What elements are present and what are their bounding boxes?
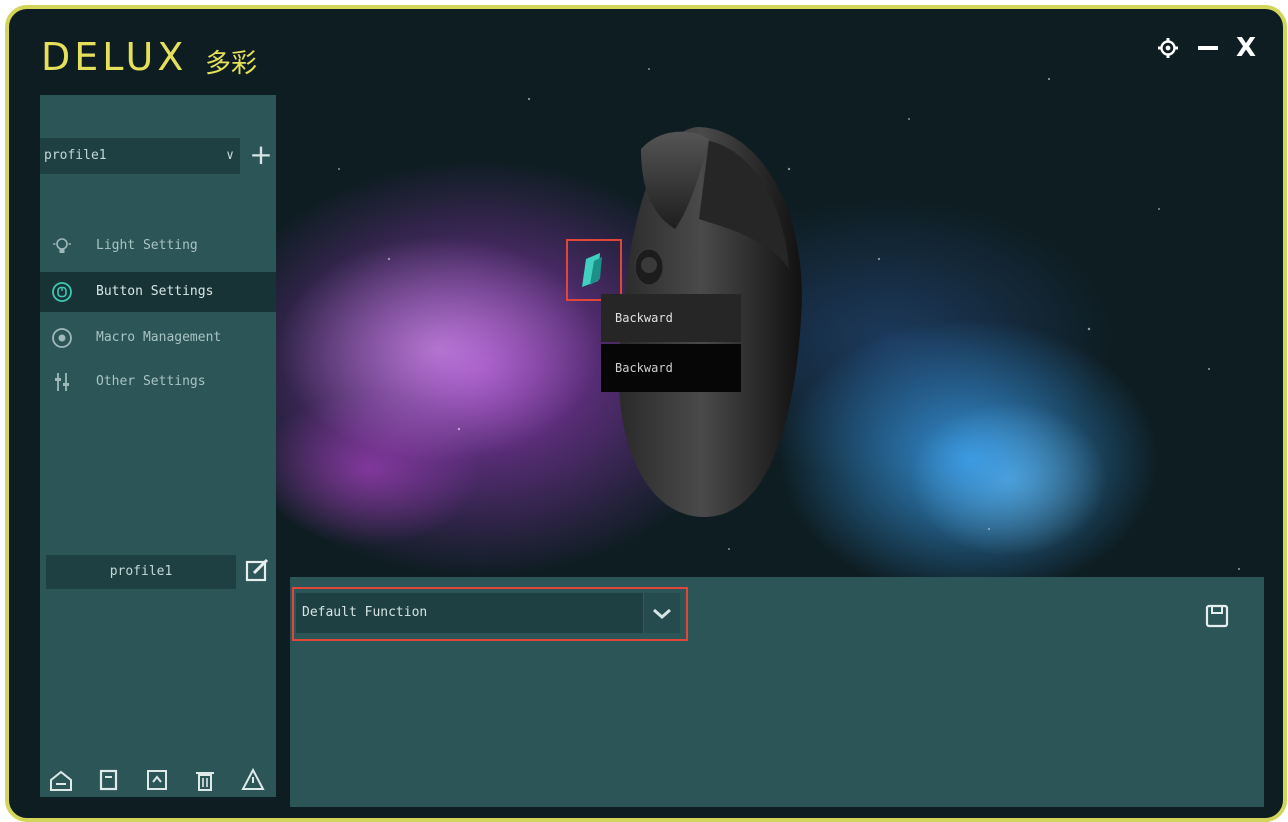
sidebar-item-label: Other Settings xyxy=(96,374,206,389)
sidebar-item-other-settings[interactable]: Other Settings xyxy=(40,362,276,402)
brand-logo-cn: 多彩 xyxy=(205,49,258,79)
add-profile-button[interactable]: + xyxy=(246,138,276,174)
sidebar-item-label: Macro Management xyxy=(96,330,222,345)
profile-select-value: profile1 xyxy=(44,148,107,163)
function-select[interactable]: Default Function xyxy=(296,593,680,633)
function-panel: Default Function xyxy=(290,577,1264,807)
reset-icon[interactable] xyxy=(240,767,266,793)
import-icon[interactable] xyxy=(48,767,74,793)
mouse-button-icon xyxy=(52,282,72,302)
export-icon[interactable] xyxy=(144,767,170,793)
function-select-value: Default Function xyxy=(302,605,428,620)
minimize-icon[interactable] xyxy=(1193,33,1223,63)
brand-logo: DELUX xyxy=(41,35,188,79)
sidebar-item-label: Button Settings xyxy=(96,284,214,299)
sidebar: profile1 ∨ + Light Setting Button Settin… xyxy=(40,95,276,797)
gear-icon[interactable] xyxy=(1153,33,1183,63)
app-window: DELUX 多彩 X profile1 ∨ + Light Setting Bu… xyxy=(5,5,1287,822)
sidebar-item-label: Light Setting xyxy=(96,238,198,253)
selected-button-highlight[interactable] xyxy=(566,239,622,301)
chevron-down-icon: ∨ xyxy=(226,148,234,163)
profile-actions xyxy=(40,767,276,797)
sidebar-item-macro-management[interactable]: Macro Management xyxy=(40,318,276,358)
trash-icon[interactable] xyxy=(192,767,218,793)
copy-icon[interactable] xyxy=(96,767,122,793)
sidebar-item-light-setting[interactable]: Light Setting xyxy=(40,226,276,266)
chevron-down-icon xyxy=(643,593,680,633)
profile-select[interactable]: profile1 ∨ xyxy=(40,138,240,174)
save-icon[interactable] xyxy=(1204,603,1230,629)
popup-item-backward-selected[interactable]: Backward xyxy=(601,344,741,392)
macro-icon xyxy=(52,328,72,348)
light-bulb-icon xyxy=(53,238,71,253)
sliders-icon xyxy=(55,373,69,391)
edit-icon[interactable] xyxy=(244,557,270,583)
close-button[interactable]: X xyxy=(1231,33,1261,63)
popup-item-backward[interactable]: Backward xyxy=(601,294,741,342)
sidebar-item-button-settings[interactable]: Button Settings xyxy=(40,272,276,312)
profile-name-field[interactable]: profile1 xyxy=(46,555,236,589)
